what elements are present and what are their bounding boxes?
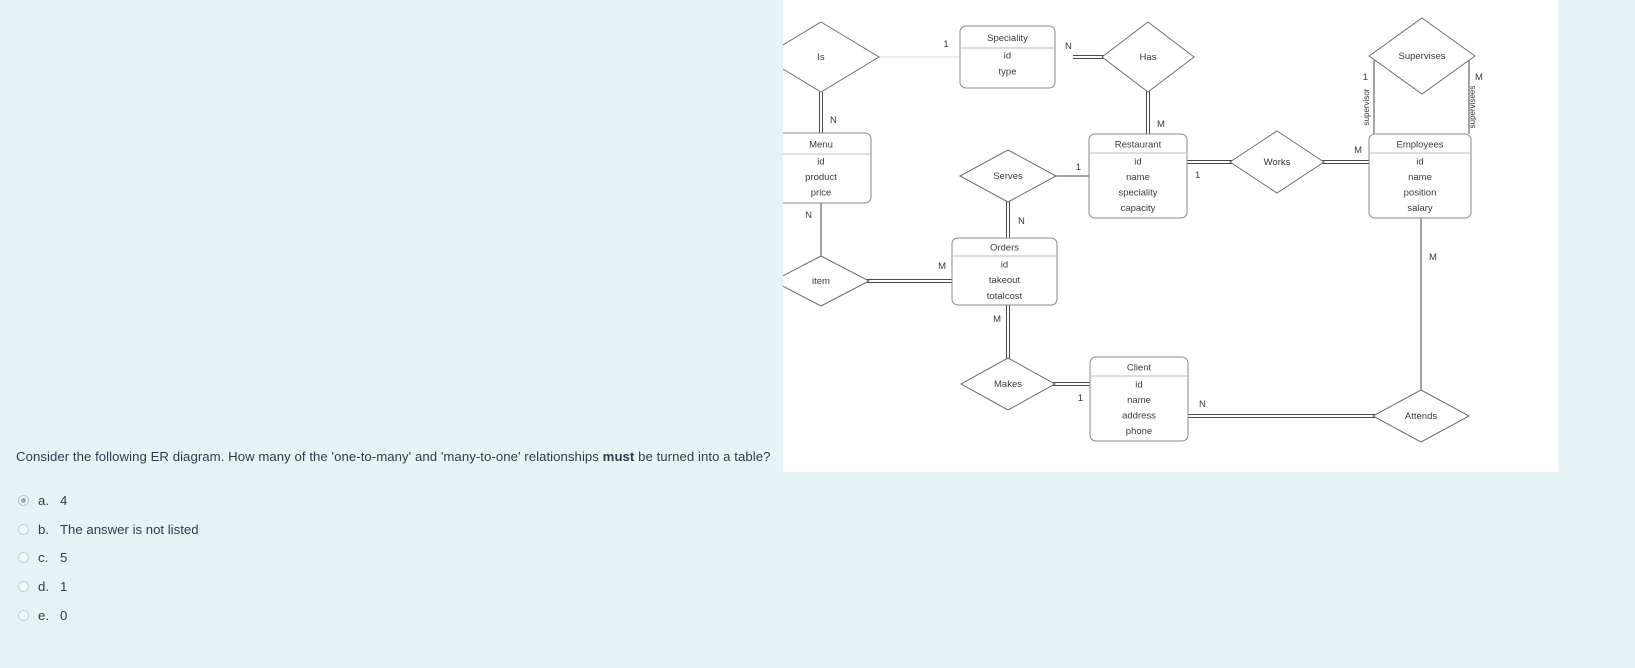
relationship-makes: Makes bbox=[959, 357, 1057, 411]
relationship-label: Serves bbox=[993, 171, 1023, 182]
answer-option-a[interactable]: a. 4 bbox=[18, 486, 618, 515]
cardinality-attends-employees: M bbox=[1429, 252, 1437, 263]
cardinality-attends-client: N bbox=[1199, 399, 1206, 410]
entity-attribute: address bbox=[1122, 411, 1156, 422]
answer-option-b[interactable]: b. The answer is not listed bbox=[18, 515, 618, 544]
entity-attribute: id bbox=[1004, 51, 1011, 62]
entity-menu: Menu id product price bbox=[783, 132, 872, 204]
entity-title: Menu bbox=[809, 140, 833, 151]
relationship-label: Attends bbox=[1405, 411, 1437, 422]
relationship-label: Makes bbox=[994, 379, 1022, 390]
relationship-serves: Serves bbox=[958, 149, 1058, 203]
cardinality-supervises-supervisees: M bbox=[1475, 72, 1483, 83]
entity-title: Restaurant bbox=[1115, 140, 1162, 151]
answer-letter: e. bbox=[38, 607, 49, 623]
radio-button-e[interactable] bbox=[18, 609, 29, 621]
cardinality-works-employees: M bbox=[1354, 145, 1362, 156]
relationship-is: Is bbox=[783, 21, 880, 93]
entity-attribute: phone bbox=[1126, 426, 1152, 437]
er-diagram-panel: Speciality id type Menu id product price… bbox=[783, 0, 1558, 472]
role-label-supervisor: supervisor bbox=[1362, 88, 1371, 125]
relationship-label: Has bbox=[1140, 52, 1157, 63]
relationship-label: Is bbox=[817, 52, 825, 63]
entity-attribute: capacity bbox=[1121, 203, 1156, 214]
entity-attribute: name bbox=[1408, 172, 1432, 183]
cardinality-has-speciality: N bbox=[1065, 41, 1072, 52]
role-label-supervisees: supervisees bbox=[1468, 86, 1477, 129]
cardinality-item-menu: N bbox=[805, 210, 812, 221]
cardinality-serves-restaurant: 1 bbox=[1076, 162, 1081, 173]
relationship-label: item bbox=[812, 276, 830, 287]
entity-client: Client id name address phone bbox=[1089, 356, 1189, 442]
relationship-supervises: Supervises bbox=[1368, 17, 1476, 95]
answer-label: 0 bbox=[60, 607, 68, 623]
er-diagram-svg: Speciality id type Menu id product price… bbox=[783, 17, 1483, 443]
entity-attribute: totalcost bbox=[987, 291, 1023, 302]
answer-option-e[interactable]: e. 0 bbox=[18, 601, 618, 630]
entity-attribute: name bbox=[1126, 172, 1150, 183]
cardinality-serves-orders: N bbox=[1018, 216, 1025, 227]
radio-button-c[interactable] bbox=[18, 552, 29, 564]
entity-attribute: product bbox=[805, 172, 837, 183]
answer-label: The answer is not listed bbox=[60, 521, 199, 537]
question-text-after: be turned into a table? bbox=[634, 449, 771, 464]
entity-restaurant: Restaurant id name speciality capacity bbox=[1088, 133, 1188, 219]
entity-employees: Employees id name position salary bbox=[1368, 133, 1472, 219]
answer-option-d[interactable]: d. 1 bbox=[18, 572, 618, 601]
relationship-has: Has bbox=[1101, 21, 1195, 93]
answer-letter: b. bbox=[38, 521, 49, 537]
relationship-item: item bbox=[783, 255, 871, 307]
page-root: Speciality id type Menu id product price… bbox=[0, 0, 1635, 668]
answer-options-list: a. 4 b. The answer is not listed c. 5 d.… bbox=[18, 486, 618, 629]
entity-orders: Orders id takeout totalcost bbox=[951, 237, 1058, 306]
entity-attribute: salary bbox=[1407, 203, 1433, 214]
entity-attribute: type bbox=[999, 67, 1017, 78]
entity-attribute: id bbox=[1001, 260, 1008, 271]
entity-attribute: takeout bbox=[989, 275, 1021, 286]
answer-letter: c. bbox=[38, 550, 49, 566]
radio-button-b[interactable] bbox=[18, 523, 29, 535]
entity-title: Client bbox=[1127, 363, 1152, 374]
answer-letter: d. bbox=[38, 578, 49, 594]
cardinality-has-restaurant: M bbox=[1157, 119, 1165, 130]
question-text-before: Consider the following ER diagram. How m… bbox=[16, 449, 603, 464]
answer-option-c[interactable]: c. 5 bbox=[18, 543, 618, 572]
relationship-attends: Attends bbox=[1371, 389, 1471, 443]
relationship-label: Supervises bbox=[1399, 51, 1446, 62]
entity-attribute: speciality bbox=[1118, 188, 1157, 199]
entity-title: Employees bbox=[1397, 140, 1444, 151]
cardinality-is-menu: N bbox=[830, 115, 837, 126]
cardinality-item-orders: M bbox=[938, 261, 946, 272]
cardinality-makes-orders: M bbox=[993, 314, 1001, 325]
relationship-label: Works bbox=[1264, 157, 1291, 168]
relationship-works: Works bbox=[1229, 130, 1325, 194]
entity-attribute: price bbox=[811, 188, 832, 199]
entity-attribute: id bbox=[817, 157, 824, 168]
cardinality-works-restaurant: 1 bbox=[1195, 170, 1200, 181]
question-text: Consider the following ER diagram. How m… bbox=[16, 447, 770, 467]
entity-attribute: id bbox=[1416, 157, 1423, 168]
question-block: Consider the following ER diagram. How m… bbox=[16, 447, 770, 467]
answer-label: 5 bbox=[60, 550, 68, 566]
answer-label: 4 bbox=[60, 492, 68, 508]
entity-attribute: id bbox=[1135, 380, 1142, 391]
question-text-emphasis: must bbox=[602, 449, 635, 464]
answer-label: 1 bbox=[60, 578, 68, 594]
entity-speciality: Speciality id type bbox=[959, 25, 1056, 89]
cardinality-makes-client: 1 bbox=[1078, 393, 1083, 404]
entity-attribute: position bbox=[1404, 188, 1437, 199]
answer-letter: a. bbox=[38, 492, 49, 508]
entity-attribute: id bbox=[1134, 157, 1141, 168]
entity-title: Orders bbox=[990, 243, 1019, 254]
radio-button-d[interactable] bbox=[18, 580, 29, 592]
cardinality-is-speciality: 1 bbox=[943, 39, 948, 50]
entity-attribute: name bbox=[1127, 395, 1151, 406]
entity-title: Speciality bbox=[987, 33, 1028, 44]
radio-button-a[interactable] bbox=[18, 494, 29, 506]
cardinality-supervises-supervisor: 1 bbox=[1363, 72, 1368, 83]
